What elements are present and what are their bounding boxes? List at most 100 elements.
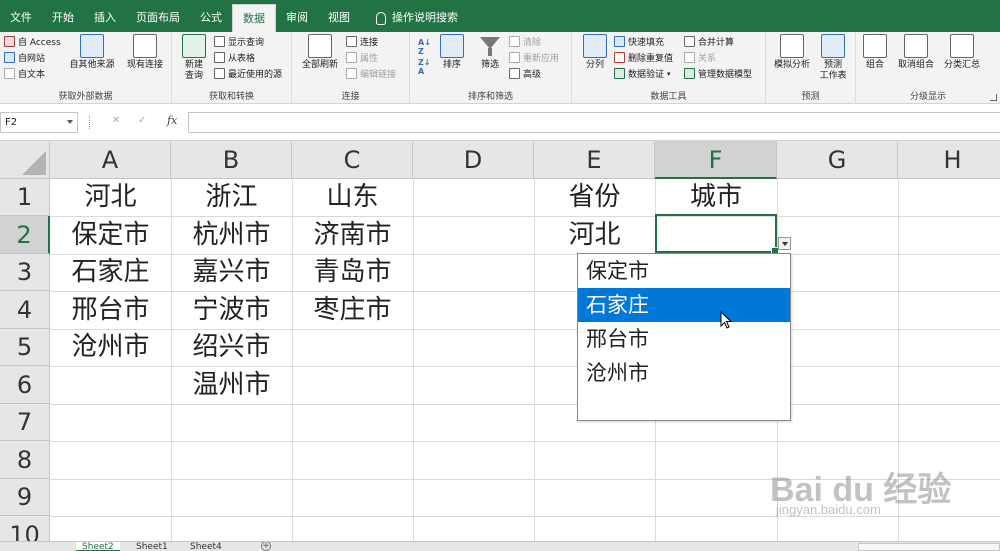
cell-a5[interactable]: 沧州市 — [50, 329, 171, 366]
remove-duplicates-button[interactable]: 删除重复值 — [614, 51, 673, 64]
row-header-1[interactable]: 1 — [0, 179, 50, 216]
tell-me-search[interactable]: 操作说明搜索 — [366, 4, 468, 32]
enter-icon[interactable]: ✓ — [138, 115, 146, 126]
cell-a2[interactable]: 保定市 — [50, 216, 171, 254]
dropdown-option[interactable]: 邢台市 — [578, 322, 790, 356]
tab-review[interactable]: 审阅 — [276, 4, 318, 32]
cell-e1[interactable]: 省份 — [534, 179, 655, 216]
new-query-button[interactable]: 新建 查询 — [178, 34, 210, 82]
validation-dropdown-button[interactable] — [778, 237, 791, 250]
cell-a4[interactable]: 邢台市 — [50, 291, 171, 329]
add-sheet-button[interactable]: + — [261, 542, 271, 551]
properties-button[interactable]: 属性 — [346, 51, 378, 64]
chevron-down-icon[interactable] — [67, 120, 73, 124]
tab-home[interactable]: 开始 — [42, 4, 84, 32]
subtotal-button[interactable]: 分类汇总 — [942, 34, 982, 71]
data-validation-button[interactable]: 数据验证 ▾ — [614, 67, 671, 80]
column-header-a[interactable]: A — [50, 141, 171, 179]
group-button[interactable]: 组合 — [862, 34, 888, 71]
cell-c3[interactable]: 青岛市 — [292, 254, 413, 291]
tab-formulas[interactable]: 公式 — [190, 4, 232, 32]
insert-function-button[interactable]: fx — [167, 114, 177, 127]
globe-icon — [4, 52, 15, 63]
sort-button[interactable]: 排序 — [440, 34, 464, 71]
group-title: 获取外部数据 — [58, 92, 113, 102]
tab-data[interactable]: 数据 — [232, 4, 276, 32]
clear-button[interactable]: 清除 — [509, 35, 541, 48]
cell-b6[interactable]: 温州市 — [171, 366, 292, 404]
consolidate-button[interactable]: 合并计算 — [684, 35, 734, 48]
row-header-7[interactable]: 7 — [0, 404, 50, 441]
column-header-f[interactable]: F — [655, 141, 777, 179]
text-to-columns-button[interactable]: 分列 — [580, 34, 610, 71]
from-access-button[interactable]: 自 Access — [4, 35, 61, 48]
cell-b5[interactable]: 绍兴市 — [171, 329, 292, 366]
name-box[interactable]: F2 — [0, 112, 78, 133]
cell-e2[interactable]: 河北 — [534, 216, 655, 254]
show-queries-button[interactable]: 显示查询 — [214, 35, 264, 48]
sort-descending-icon[interactable]: Z↓ A — [418, 58, 431, 76]
from-web-button[interactable]: 自网站 — [4, 51, 45, 64]
refresh-all-button[interactable]: 全部刷新 — [298, 34, 342, 71]
column-header-h[interactable]: H — [898, 141, 1000, 179]
from-text-button[interactable]: 自文本 — [4, 67, 45, 80]
row-header-9[interactable]: 9 — [0, 479, 50, 516]
column-header-e[interactable]: E — [534, 141, 655, 179]
tab-view[interactable]: 视图 — [318, 4, 360, 32]
formula-input[interactable] — [188, 112, 1000, 133]
sheet-tab-sheet2[interactable]: Sheet2 — [76, 542, 120, 551]
relationships-button[interactable]: 关系 — [684, 51, 716, 64]
refresh-icon — [308, 34, 332, 58]
cell-b1[interactable]: 浙江 — [171, 179, 292, 216]
row-header-4[interactable]: 4 — [0, 291, 50, 329]
ungroup-button[interactable]: 取消组合 — [894, 34, 938, 71]
what-if-analysis-button[interactable]: 模拟分析 — [772, 34, 812, 71]
column-header-b[interactable]: B — [171, 141, 292, 179]
existing-connections-button[interactable]: 现有连接 — [123, 34, 167, 71]
sheet-tab-sheet1[interactable]: Sheet1 — [130, 542, 174, 551]
cell-b4[interactable]: 宁波市 — [171, 291, 292, 329]
dropdown-option[interactable]: 保定市 — [578, 254, 790, 288]
cell-c2[interactable]: 济南市 — [292, 216, 413, 254]
flash-fill-button[interactable]: 快速填充 — [614, 35, 664, 48]
dropdown-option-highlighted[interactable]: 石家庄 — [578, 288, 790, 322]
cancel-icon[interactable]: ✕ — [112, 115, 120, 126]
column-header-d[interactable]: D — [413, 141, 534, 179]
cell-b3[interactable]: 嘉兴市 — [171, 254, 292, 291]
edit-links-button[interactable]: 编辑链接 — [346, 67, 396, 80]
tab-page-layout[interactable]: 页面布局 — [126, 4, 190, 32]
column-header-c[interactable]: C — [292, 141, 413, 179]
recent-sources-button[interactable]: 最近使用的源 — [214, 67, 282, 80]
advanced-button[interactable]: 高级 — [509, 67, 541, 80]
dialog-launcher-icon[interactable] — [990, 94, 997, 101]
forecast-sheet-button[interactable]: 预测 工作表 — [816, 34, 850, 82]
worksheet-grid[interactable]: A B C D E F G H 1 2 3 4 5 6 7 8 9 10 河北 … — [0, 141, 1000, 541]
cell-a3[interactable]: 石家庄 — [50, 254, 171, 291]
dropdown-option[interactable]: 沧州市 — [578, 356, 790, 390]
sort-ascending-icon[interactable]: A↓ Z — [418, 38, 431, 56]
sheet-tab-sheet4[interactable]: Sheet4 — [184, 542, 228, 551]
horizontal-scrollbar[interactable] — [858, 543, 1000, 551]
cell-f1[interactable]: 城市 — [655, 179, 777, 216]
from-other-sources-button[interactable]: 自其他来源 — [66, 34, 118, 71]
select-all-button[interactable] — [0, 141, 50, 179]
cell-c4[interactable]: 枣庄市 — [292, 291, 413, 329]
active-cell-f2[interactable] — [655, 214, 779, 255]
connections-button[interactable]: 连接 — [346, 35, 378, 48]
row-header-10[interactable]: 10 — [0, 516, 50, 541]
manage-data-model-button[interactable]: 管理数据模型 — [684, 67, 752, 80]
row-header-6[interactable]: 6 — [0, 366, 50, 404]
tab-file[interactable]: 文件 — [0, 4, 42, 32]
cell-b2[interactable]: 杭州市 — [171, 216, 292, 254]
row-header-8[interactable]: 8 — [0, 441, 50, 479]
reapply-button[interactable]: 重新应用 — [509, 51, 559, 64]
row-header-5[interactable]: 5 — [0, 329, 50, 366]
tab-insert[interactable]: 插入 — [84, 4, 126, 32]
column-header-g[interactable]: G — [777, 141, 898, 179]
filter-button[interactable]: 筛选 — [476, 34, 504, 71]
from-table-button[interactable]: 从表格 — [214, 51, 255, 64]
cell-a1[interactable]: 河北 — [50, 179, 171, 216]
cell-c1[interactable]: 山东 — [292, 179, 413, 216]
row-header-2[interactable]: 2 — [0, 216, 50, 254]
row-header-3[interactable]: 3 — [0, 254, 50, 291]
